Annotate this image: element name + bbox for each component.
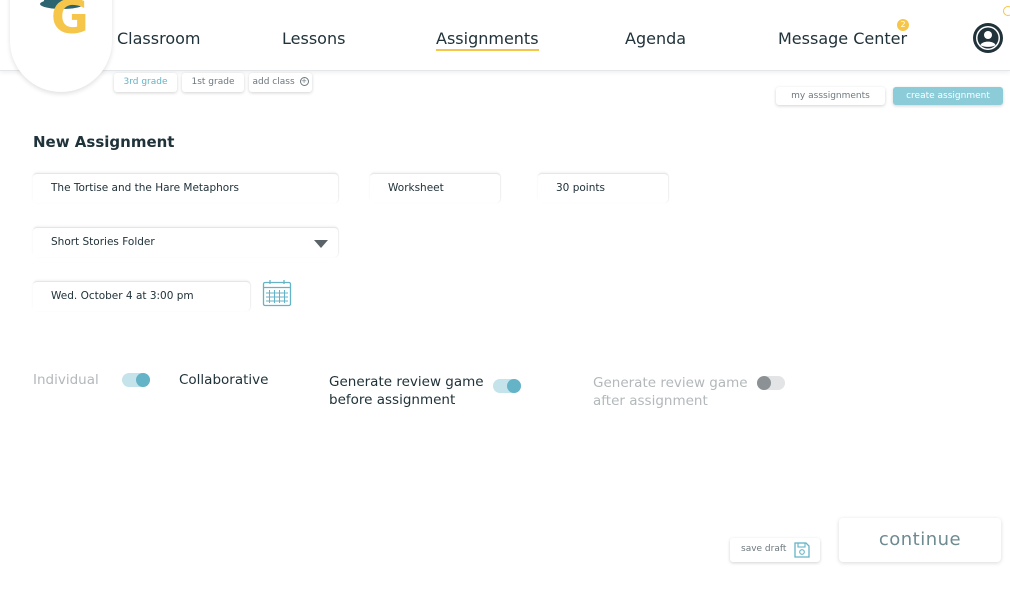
- user-icon: [976, 26, 1000, 50]
- folder-select-value: Short Stories Folder: [51, 236, 155, 248]
- review-after-line2: after assignment: [593, 393, 708, 409]
- individual-label: Individual: [33, 372, 99, 388]
- user-avatar-button[interactable]: [973, 23, 1003, 53]
- review-after-toggle[interactable]: [757, 376, 785, 390]
- nav-assignments[interactable]: Assignments: [436, 29, 539, 51]
- class-chip-3rd-grade[interactable]: 3rd grade: [114, 73, 177, 92]
- floppy-disk-icon: [794, 542, 810, 558]
- logo-letter: G: [51, 0, 89, 44]
- logo-container[interactable]: G: [10, 0, 112, 92]
- review-after-label: Generate review game after assignment: [593, 374, 748, 410]
- message-count-badge: 2: [897, 19, 909, 31]
- review-before-line2: before assignment: [329, 392, 456, 408]
- save-draft-label: save draft: [741, 544, 787, 554]
- create-assignment-button[interactable]: create assignment: [893, 87, 1003, 105]
- due-date-input[interactable]: Wed. October 4 at 3:00 pm: [33, 281, 250, 311]
- nav-message-center[interactable]: Message Center: [778, 29, 907, 48]
- save-draft-button[interactable]: save draft: [730, 538, 820, 562]
- collaborative-label: Collaborative: [179, 372, 269, 388]
- calendar-icon: [262, 280, 292, 307]
- points-input[interactable]: 30 points: [538, 173, 668, 203]
- class-chip-1st-grade[interactable]: 1st grade: [182, 73, 244, 92]
- chevron-down-icon: [314, 240, 328, 248]
- review-before-line1: Generate review game: [329, 374, 484, 390]
- nav-classroom[interactable]: Classroom: [117, 29, 200, 48]
- folder-select[interactable]: Short Stories Folder: [33, 227, 338, 257]
- notification-ring-icon: [1003, 6, 1010, 16]
- assignment-name-input[interactable]: The Tortise and the Hare Metaphors: [33, 173, 338, 203]
- continue-button[interactable]: continue: [839, 518, 1001, 562]
- individual-collaborative-toggle[interactable]: [122, 373, 150, 387]
- plus-circle-icon: +: [299, 77, 309, 86]
- toggle-knob: [136, 373, 150, 387]
- add-class-button[interactable]: add class +: [249, 73, 312, 92]
- page-title: New Assignment: [33, 133, 175, 151]
- calendar-button[interactable]: [262, 279, 292, 311]
- nav-lessons[interactable]: Lessons: [282, 29, 345, 48]
- review-after-line1: Generate review game: [593, 375, 748, 391]
- review-before-label: Generate review game before assignment: [329, 373, 484, 409]
- review-before-toggle[interactable]: [493, 379, 521, 393]
- assignment-type-input[interactable]: Worksheet: [370, 173, 500, 203]
- toggle-knob: [507, 379, 521, 393]
- add-class-label: add class: [252, 77, 295, 87]
- toggle-knob: [757, 376, 771, 390]
- nav-agenda[interactable]: Agenda: [625, 29, 686, 48]
- my-assignments-button[interactable]: my asssignments: [776, 87, 885, 105]
